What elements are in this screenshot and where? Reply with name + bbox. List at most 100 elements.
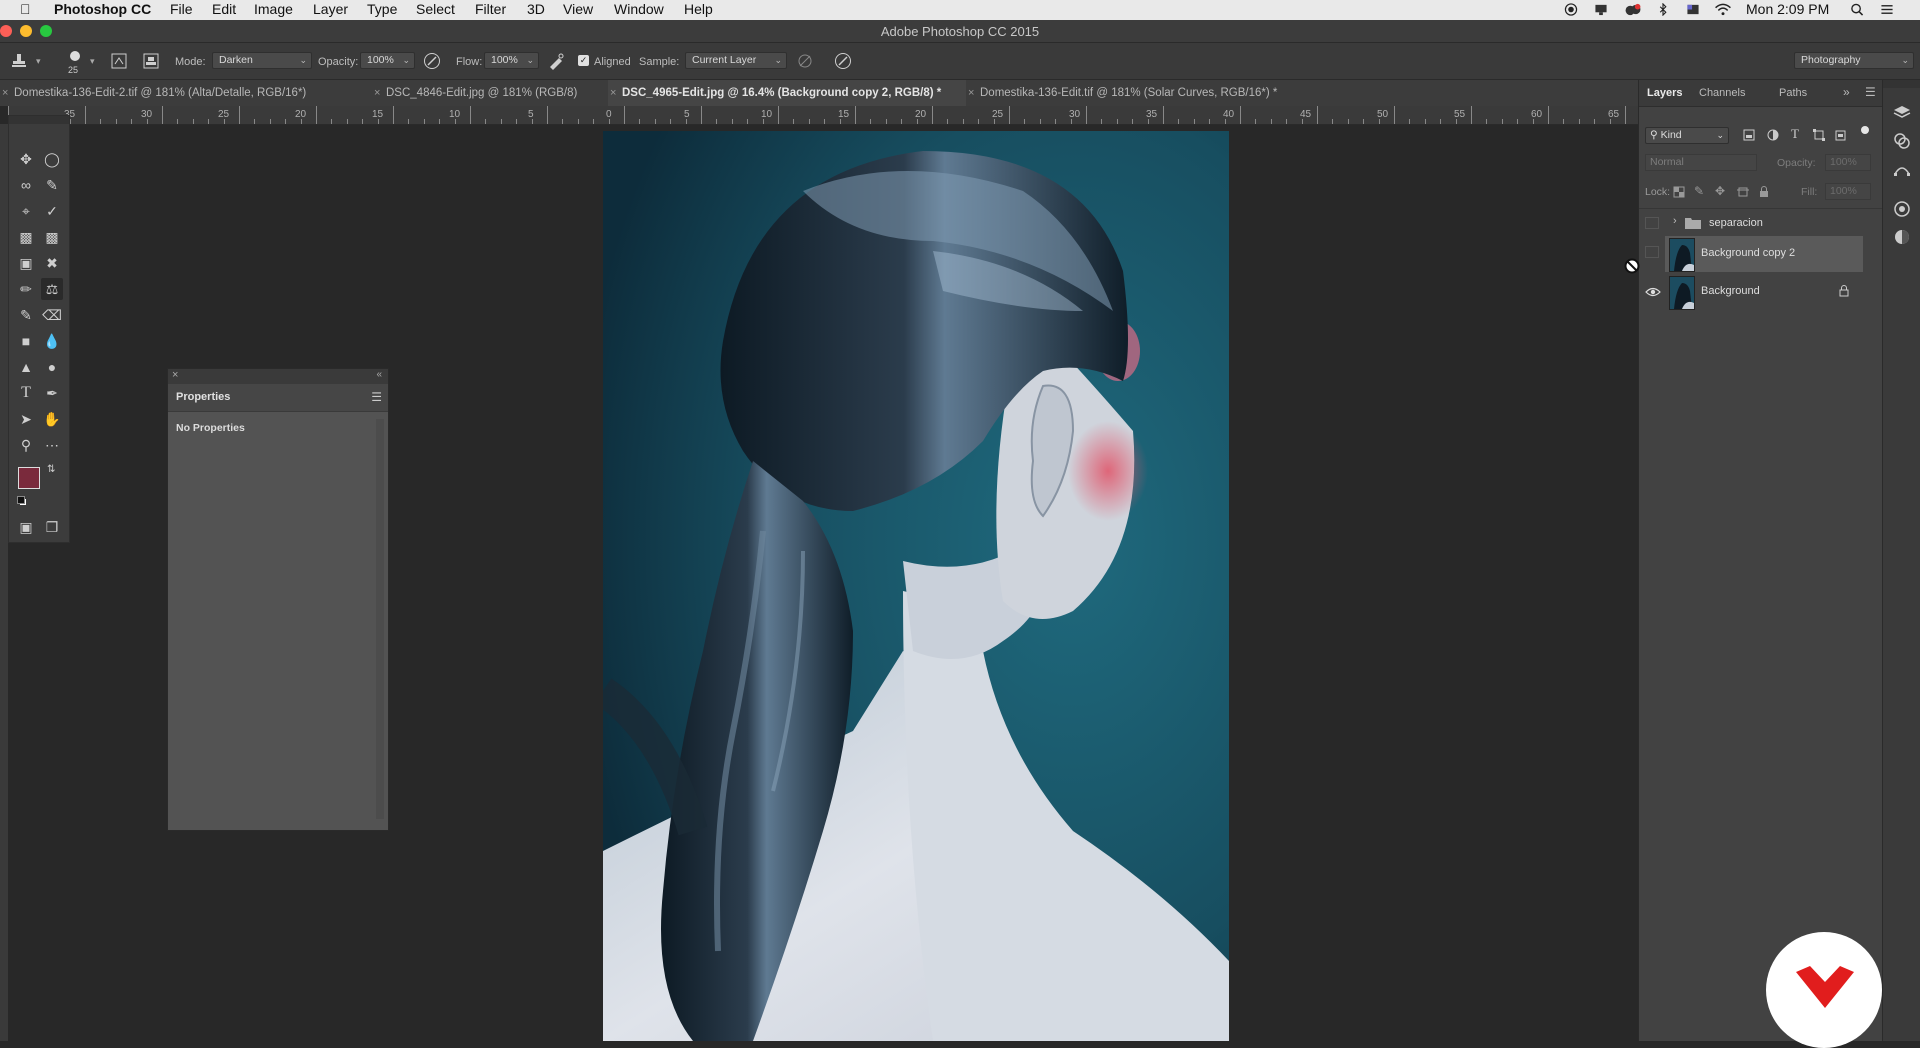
flag-icon[interactable]: [1686, 3, 1700, 16]
eraser-icon[interactable]: ⌫: [41, 304, 63, 326]
filter-toggle-switch[interactable]: [1861, 126, 1869, 134]
aligned-checkbox[interactable]: ✓: [578, 55, 589, 66]
tab-layers[interactable]: Layers: [1647, 87, 1682, 99]
lock-position-icon[interactable]: ✥: [1715, 184, 1725, 198]
document-tab-2[interactable]: × DSC_4846-Edit.jpg @ 181% (RGB/8): [372, 80, 606, 106]
layer-opacity-field[interactable]: 100%: [1825, 154, 1871, 171]
expand-panel-icon[interactable]: »: [1843, 85, 1850, 99]
visibility-toggle[interactable]: [1645, 246, 1659, 258]
healing-icon[interactable]: ▩: [15, 226, 37, 248]
panel-menu-icon[interactable]: ☰: [1865, 85, 1876, 99]
menu-file[interactable]: File: [170, 1, 193, 17]
history-brush-icon[interactable]: ✎: [15, 304, 37, 326]
more-icon[interactable]: ⋯: [41, 434, 63, 456]
record-icon[interactable]: [1564, 3, 1578, 16]
visibility-toggle[interactable]: [1645, 217, 1659, 229]
layers-stack-icon[interactable]: [1893, 104, 1911, 122]
brush-caret-icon[interactable]: ▾: [90, 56, 95, 67]
filter-kind-select[interactable]: ⚲ Kind ⌄: [1645, 127, 1729, 144]
filter-type-icon[interactable]: T: [1791, 126, 1799, 142]
preset-caret-icon[interactable]: ▾: [36, 56, 41, 67]
menu-edit[interactable]: Edit: [212, 1, 236, 17]
type-icon[interactable]: T: [15, 382, 37, 404]
layer-name[interactable]: separacion: [1709, 217, 1763, 229]
content-aware-icon[interactable]: ▣: [15, 252, 37, 274]
airbrush-icon[interactable]: [547, 52, 565, 70]
lock-all-icon[interactable]: [1759, 186, 1769, 198]
zoom-icon[interactable]: ⚲: [15, 434, 37, 456]
layer-name[interactable]: Background copy 2: [1701, 247, 1795, 259]
properties-panel-header[interactable]: × «: [168, 369, 388, 384]
menubar-clock[interactable]: Mon 2:09 PM: [1746, 1, 1829, 17]
lock-artboard-icon[interactable]: [1737, 186, 1749, 198]
layer-row-group[interactable]: › separacion: [1639, 210, 1871, 236]
workspace-switcher[interactable]: Photography ⌄: [1794, 52, 1914, 69]
adjustments-icon[interactable]: [1893, 200, 1911, 218]
lock-transparency-icon[interactable]: [1673, 186, 1685, 198]
quick-select-icon[interactable]: ✎: [41, 174, 63, 196]
styles-icon[interactable]: [1893, 228, 1911, 246]
filter-adjustment-icon[interactable]: [1767, 129, 1779, 141]
gradient-icon[interactable]: ■: [15, 330, 37, 352]
opacity-field[interactable]: 100% ⌄: [360, 52, 415, 69]
foreground-color-swatch[interactable]: [18, 467, 40, 489]
ignore-adjustment-layers-icon[interactable]: [796, 52, 814, 70]
paths-icon[interactable]: [1893, 160, 1911, 178]
clone-stamp-icon[interactable]: ⚖: [41, 278, 63, 300]
swap-colors-icon[interactable]: ⇅: [47, 464, 55, 475]
lock-pixels-icon[interactable]: ✎: [1694, 184, 1704, 198]
close-tab-icon[interactable]: ×: [2, 80, 8, 106]
menu-filter[interactable]: Filter: [475, 1, 506, 17]
properties-scrollbar[interactable]: [376, 419, 384, 819]
tools-panel-header[interactable]: [9, 116, 69, 124]
brush-icon[interactable]: ✏: [15, 278, 37, 300]
clone-source-icon[interactable]: [142, 52, 160, 70]
close-panel-icon[interactable]: ×: [172, 369, 178, 381]
blend-mode-select[interactable]: Normal: [1645, 154, 1757, 171]
close-tab-icon[interactable]: ×: [610, 80, 616, 106]
shuffle-icon[interactable]: ✖: [41, 252, 63, 274]
group-expand-chevron-icon[interactable]: ›: [1673, 215, 1677, 227]
filter-shape-icon[interactable]: [1813, 129, 1825, 141]
marquee-ellipse-icon[interactable]: ◯: [41, 148, 63, 170]
menu-view[interactable]: View: [563, 1, 593, 17]
wifi-icon[interactable]: [1714, 3, 1732, 16]
screen-mode-icon[interactable]: ❐: [41, 516, 63, 538]
close-tab-icon[interactable]: ×: [968, 80, 974, 106]
blur-icon[interactable]: 💧: [41, 330, 63, 352]
document-image[interactable]: [603, 131, 1229, 1041]
collapse-panel-icon[interactable]: «: [376, 369, 382, 380]
document-tab-4[interactable]: × Domestika-136-Edit.tif @ 181% (Solar C…: [966, 80, 1346, 106]
close-tab-icon[interactable]: ×: [374, 80, 380, 106]
layer-row-background[interactable]: Background: [1639, 274, 1871, 310]
bluetooth-icon[interactable]: [1656, 3, 1670, 16]
filter-smart-object-icon[interactable]: [1835, 129, 1847, 141]
menu-layer[interactable]: Layer: [313, 1, 348, 17]
mode-select[interactable]: Darken ⌄: [212, 52, 312, 69]
document-tab-3[interactable]: × DSC_4965-Edit.jpg @ 16.4% (Background …: [608, 80, 966, 106]
hand-icon[interactable]: ✋: [41, 408, 63, 430]
eyedropper-icon[interactable]: ✓: [41, 200, 63, 222]
properties-tab[interactable]: Properties ☰: [168, 384, 388, 412]
brush-settings-icon[interactable]: [110, 52, 128, 70]
patch-icon[interactable]: ▩: [41, 226, 63, 248]
crop-icon[interactable]: ⌖: [15, 200, 37, 222]
quick-mask-icon[interactable]: ▣: [15, 516, 37, 538]
lasso-icon[interactable]: ∞: [15, 174, 37, 196]
filter-pixel-icon[interactable]: [1743, 129, 1755, 141]
spotlight-search-icon[interactable]: [1850, 3, 1864, 16]
flow-field[interactable]: 100% ⌄: [484, 52, 539, 69]
dodge-icon[interactable]: ●: [41, 356, 63, 378]
default-colors-icon[interactable]: [17, 496, 27, 506]
menu-type[interactable]: Type: [367, 1, 397, 17]
clone-stamp-tool-preset-icon[interactable]: [10, 52, 28, 70]
eye-icon[interactable]: [1645, 287, 1661, 297]
document-tab-1[interactable]: × Domestika-136-Edit-2.tif @ 181% (Alta/…: [0, 80, 372, 106]
brush-preset-picker[interactable]: 25: [62, 47, 88, 75]
panel-menu-icon[interactable]: ☰: [371, 390, 382, 404]
sharpen-icon[interactable]: ▲: [15, 356, 37, 378]
pen-icon[interactable]: ✒: [41, 382, 63, 404]
path-select-icon[interactable]: ➤: [15, 408, 37, 430]
menu-image[interactable]: Image: [254, 1, 293, 17]
menu-select[interactable]: Select: [416, 1, 455, 17]
